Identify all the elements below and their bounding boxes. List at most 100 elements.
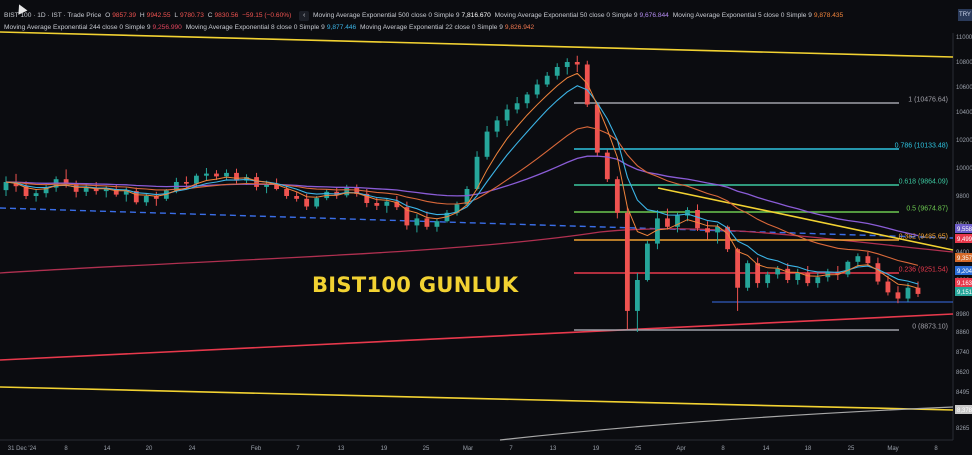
indicator-ema50-label[interactable]: Moving Average Exponential 50 close 0 Si… [495, 12, 638, 19]
indicator-ema22-label[interactable]: Moving Average Exponential 22 close 0 Si… [360, 24, 503, 31]
candle-body [514, 103, 520, 110]
x-tick-label: 14 [104, 446, 111, 452]
candle-body [614, 179, 620, 213]
candle-body [765, 274, 771, 284]
x-tick-label: 18 [805, 446, 812, 452]
high-label: H [139, 12, 145, 19]
fib-level-label: 0.618 (9864.09) [899, 179, 948, 186]
candle-body [705, 228, 710, 233]
price-tag-label: 9,151 [957, 290, 972, 296]
chart-background [0, 0, 972, 455]
candle-body [3, 182, 9, 191]
candle-body [143, 196, 149, 203]
candle-body [254, 177, 259, 187]
indicator-ema5-label[interactable]: Moving Average Exponential 5 close 0 Sim… [673, 12, 812, 19]
legend-row-1: BIST 100 · 1D · IST · Trade Price O 9857.… [4, 11, 845, 21]
candle-body [815, 277, 821, 284]
y-tick-label: 11000 [956, 35, 972, 41]
candle-body [634, 280, 640, 311]
candle-body [344, 187, 350, 196]
x-tick-label: 19 [381, 446, 388, 452]
y-tick-label: 8740 [956, 350, 970, 356]
fib-level-label: 0.5 (9674.87) [906, 206, 948, 213]
high-value: 9942.55 [146, 12, 171, 19]
candle-body [735, 249, 741, 288]
indicator-ema500-value: 7,816.670 [461, 12, 491, 19]
candle-body [544, 75, 550, 85]
candle-body [805, 273, 811, 284]
candle-body [865, 256, 871, 264]
price-tag-label: 9,357 [957, 256, 972, 262]
indicator-ema8-value: 9,877.446 [326, 24, 357, 31]
close-label: C [207, 12, 213, 19]
open-value: 9857.39 [112, 12, 137, 19]
candle-body [214, 173, 219, 177]
y-tick-label: 10600 [956, 85, 972, 91]
collapse-legend-icon[interactable]: ‹ [299, 11, 310, 21]
candle-body [855, 256, 861, 262]
currency-button[interactable]: TRY [958, 9, 972, 21]
candle-body [434, 221, 440, 227]
close-value: 9830.56 [214, 12, 239, 19]
indicator-ema500-label[interactable]: Moving Average Exponential 500 close 0 S… [313, 12, 460, 19]
candle-body [534, 84, 540, 95]
x-tick-label: 24 [189, 446, 196, 452]
candle-body [574, 62, 580, 65]
open-label: O [105, 12, 111, 19]
y-tick-label: 10200 [956, 138, 972, 144]
candle-body [83, 187, 89, 192]
candle-body [494, 120, 500, 132]
candle-body [915, 287, 921, 294]
candle-body [414, 218, 420, 226]
x-tick-label: 14 [763, 446, 770, 452]
candle-body [294, 196, 300, 199]
candle-body [554, 67, 560, 76]
candle-body [895, 292, 901, 299]
candle-body [775, 268, 781, 275]
x-tick-label: 13 [338, 446, 345, 452]
x-tick-label: 25 [423, 446, 430, 452]
candle-body [905, 287, 911, 299]
y-tick-label: 10000 [956, 166, 972, 172]
candle-body [504, 109, 510, 121]
candle-body [745, 263, 751, 288]
fib-level-label: 0 (8873.10) [912, 324, 948, 331]
x-tick-label: Feb [251, 446, 262, 452]
indicator-ema244-label[interactable]: Moving Average Exponential 244 close 0 S… [4, 24, 151, 31]
candle-body [755, 263, 761, 284]
x-tick-label: Mar [463, 446, 473, 452]
y-tick-label: 8980 [956, 312, 970, 318]
candle-body [304, 198, 310, 207]
candle-body [524, 94, 530, 104]
candle-body [795, 273, 801, 280]
y-tick-label: 8860 [956, 330, 970, 336]
candle-body [264, 184, 269, 187]
candle-body [885, 281, 891, 293]
price-tag-label: 8,378 [957, 408, 972, 414]
x-tick-label: 19 [593, 446, 600, 452]
y-tick-label: 9800 [956, 194, 970, 200]
candle-body [695, 210, 700, 229]
candle-body [224, 172, 229, 177]
price-tag-label: 9,204 [957, 269, 972, 275]
x-tick-label: 25 [635, 446, 642, 452]
candle-body [875, 263, 881, 282]
candle-body [484, 131, 490, 157]
candle-body [474, 156, 480, 189]
candle-body [564, 62, 570, 67]
candle-body [374, 203, 380, 206]
x-tick-label: 25 [848, 446, 855, 452]
candle-body [194, 175, 199, 184]
change-value: −59.15 (−0.60%) [242, 12, 292, 19]
candle-body [183, 182, 189, 184]
indicator-ema8-label[interactable]: Moving Average Exponential 8 close 0 Sim… [186, 24, 325, 31]
candle-body [845, 261, 851, 275]
chart-area[interactable]: 1100010800106001040010200100009800960094… [0, 0, 972, 455]
low-value: 9780.73 [180, 12, 204, 19]
price-tag-label: 9,499 [957, 237, 972, 243]
chart-canvas[interactable]: 1100010800106001040010200100009800960094… [0, 0, 972, 455]
fib-level-label: 0.786 (10133.48) [895, 143, 948, 150]
y-tick-label: 8620 [956, 370, 970, 376]
fib-level-label: 0.236 (9251.54) [899, 267, 948, 274]
indicator-ema50-value: 9,676.844 [639, 12, 669, 19]
